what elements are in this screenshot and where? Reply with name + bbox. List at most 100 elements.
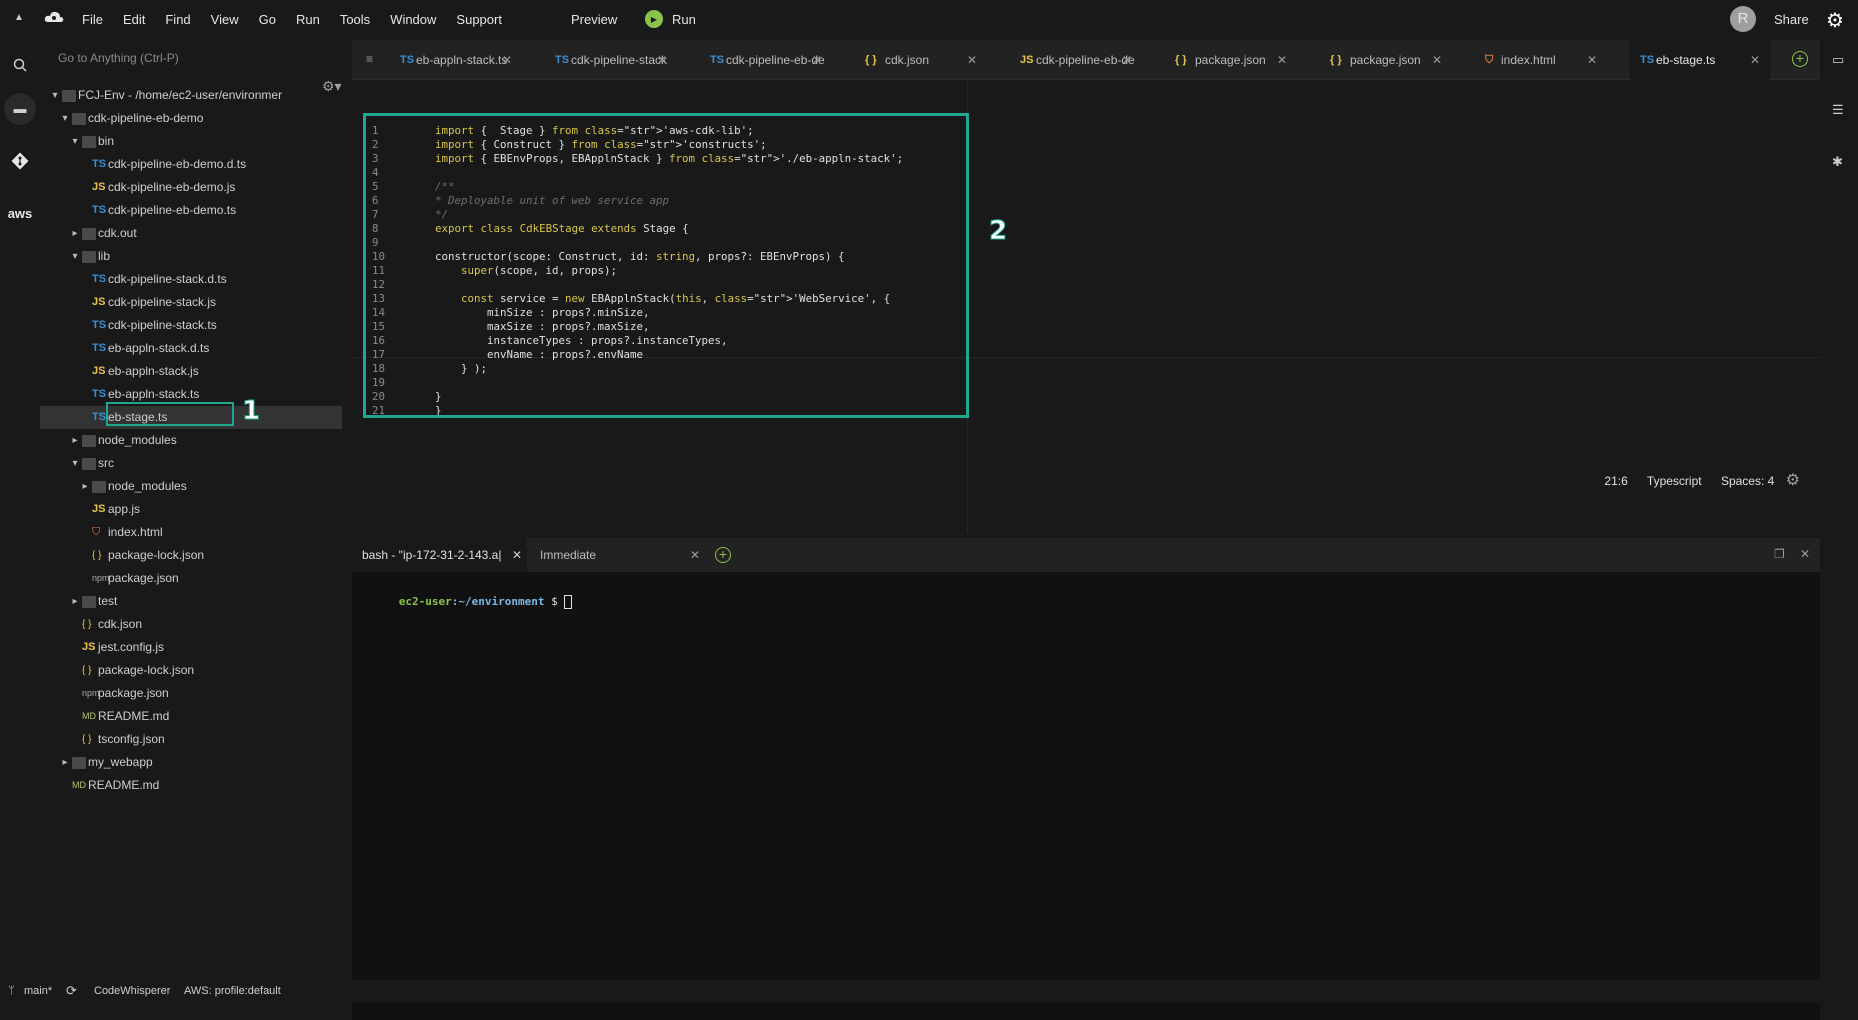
tree-folder[interactable]: ▾ cdk-pipeline-eb-demo <box>40 107 342 130</box>
chevron-down-icon[interactable]: ▾ <box>70 245 80 268</box>
close-tab-icon[interactable]: ✕ <box>657 40 667 80</box>
tab-editor-file[interactable]: { } package.json ✕ <box>1165 40 1297 80</box>
chevron-right-icon[interactable]: ▸ <box>70 590 80 613</box>
tree-file[interactable]: TS eb-appln-stack.d.ts <box>40 337 342 360</box>
tree-file[interactable]: { } package-lock.json <box>40 659 342 682</box>
maximize-panel-icon[interactable]: ❐ <box>1774 547 1785 561</box>
close-tab-icon[interactable]: ✕ <box>1277 40 1287 80</box>
tree-folder[interactable]: ▾ FCJ-Env - /home/ec2-user/environmer <box>40 84 342 107</box>
terminal[interactable]: ec2-user:~/environment $ <box>352 572 1820 1020</box>
tree-folder[interactable]: ▸ node_modules <box>40 475 342 498</box>
share-button[interactable]: Share <box>1774 12 1809 27</box>
tab-editor-file[interactable]: TS eb-appln-stack.ts ✕ <box>390 40 522 80</box>
close-tab-icon[interactable]: ✕ <box>1122 40 1132 80</box>
tree-file[interactable]: JS cdk-pipeline-stack.js <box>40 291 342 314</box>
close-tab-icon[interactable]: ✕ <box>1750 40 1760 80</box>
tree-file[interactable]: JS app.js <box>40 498 342 521</box>
close-terminal-tab-icon[interactable]: ✕ <box>512 548 522 562</box>
tree-file[interactable]: JS jest.config.js <box>40 636 342 659</box>
close-panel-icon[interactable]: ✕ <box>1800 547 1810 561</box>
git-icon[interactable] <box>0 136 40 186</box>
tab-terminal-bash[interactable]: bash - "ip-172-31-2-143.a| <box>352 538 527 572</box>
chevron-down-icon[interactable]: ▾ <box>70 452 80 475</box>
debugger-bug-icon[interactable]: ✱ <box>1832 154 1843 170</box>
tab-immediate[interactable]: Immediate <box>540 548 596 562</box>
new-terminal-plus-icon[interactable]: + <box>715 547 731 563</box>
tree-file[interactable]: ⛉ index.html <box>40 521 342 544</box>
chevron-right-icon[interactable]: ▸ <box>70 429 80 452</box>
tree-file[interactable]: npm package.json <box>40 567 342 590</box>
menu-find[interactable]: Find <box>165 12 190 27</box>
goto-anything-input[interactable]: Go to Anything (Ctrl-P) <box>48 44 338 70</box>
close-tab-icon[interactable]: ✕ <box>1587 40 1597 80</box>
sync-icon[interactable]: ⟳ <box>66 983 77 999</box>
menu-support[interactable]: Support <box>456 12 502 27</box>
close-tab-icon[interactable]: ✕ <box>967 40 977 80</box>
indent-setting[interactable]: Spaces: 4 <box>1721 474 1774 488</box>
tab-list-menu-icon[interactable]: ≡ <box>366 52 373 66</box>
aws-profile-status[interactable]: AWS: profile:default <box>184 985 281 997</box>
tree-file[interactable]: MD README.md <box>40 705 342 728</box>
collaborate-icon[interactable]: ▭ <box>1832 52 1844 68</box>
chevron-down-icon[interactable]: ▾ <box>70 130 80 153</box>
git-branch[interactable]: main* <box>24 985 52 997</box>
codewhisperer-status[interactable]: CodeWhisperer <box>94 985 170 997</box>
menu-window[interactable]: Window <box>390 12 436 27</box>
collapse-arrow-icon[interactable]: ▲ <box>14 12 24 23</box>
close-immediate-tab-icon[interactable]: ✕ <box>690 548 700 562</box>
tab-editor-file[interactable]: JS cdk-pipeline-eb-de ✕ <box>1010 40 1142 80</box>
cloud9-logo-icon[interactable] <box>44 10 64 24</box>
tree-folder[interactable]: ▸ node_modules <box>40 429 342 452</box>
close-tab-icon[interactable]: ✕ <box>1432 40 1442 80</box>
tree-folder[interactable]: ▾ src <box>40 452 342 475</box>
tree-file[interactable]: npm package.json <box>40 682 342 705</box>
tree-file[interactable]: { } cdk.json <box>40 613 342 636</box>
tree-file[interactable]: TS cdk-pipeline-eb-demo.d.ts <box>40 153 342 176</box>
tree-file[interactable]: TS cdk-pipeline-stack.d.ts <box>40 268 342 291</box>
chevron-down-icon[interactable]: ▾ <box>50 84 60 107</box>
tab-editor-file[interactable]: ⛉ index.html ✕ <box>1475 40 1607 80</box>
run-button[interactable]: Run <box>672 12 696 27</box>
tree-folder[interactable]: ▾ bin <box>40 130 342 153</box>
tree-folder[interactable]: ▸ cdk.out <box>40 222 342 245</box>
tree-folder[interactable]: ▸ my_webapp <box>40 751 342 774</box>
search-icon[interactable] <box>0 40 40 90</box>
menu-file[interactable]: File <box>82 12 103 27</box>
tree-file[interactable]: MD README.md <box>40 774 342 797</box>
close-tab-icon[interactable]: ✕ <box>502 40 512 80</box>
menu-run[interactable]: Run <box>296 12 320 27</box>
tree-folder[interactable]: ▸ test <box>40 590 342 613</box>
chevron-right-icon[interactable]: ▸ <box>70 222 80 245</box>
menu-view[interactable]: View <box>211 12 239 27</box>
tab-editor-file[interactable]: TS cdk-pipeline-stack ✕ <box>545 40 677 80</box>
close-tab-icon[interactable]: ✕ <box>812 40 822 80</box>
tree-file[interactable]: TS cdk-pipeline-stack.ts <box>40 314 342 337</box>
tree-file[interactable]: TS cdk-pipeline-eb-demo.ts <box>40 199 342 222</box>
tree-file[interactable]: { } package-lock.json <box>40 544 342 567</box>
files-icon[interactable]: ▬ <box>0 84 40 134</box>
language-mode[interactable]: Typescript <box>1647 474 1702 488</box>
menu-edit[interactable]: Edit <box>123 12 145 27</box>
tree-file[interactable]: JS cdk-pipeline-eb-demo.js <box>40 176 342 199</box>
branch-icon[interactable]: ᛘ <box>8 985 15 997</box>
menu-tools[interactable]: Tools <box>340 12 370 27</box>
tab-editor-file[interactable]: { } cdk.json ✕ <box>855 40 987 80</box>
outline-icon[interactable]: ☰ <box>1832 102 1844 118</box>
aws-icon[interactable]: aws <box>0 188 40 238</box>
chevron-right-icon[interactable]: ▸ <box>80 475 90 498</box>
settings-gear-icon[interactable]: ⚙ <box>1826 8 1844 33</box>
code-editor[interactable]: 1 2 3 4 5 6 7 8 9 10 11 12 13 14 15 16 17 18 19 20 21 import… <box>352 80 1820 533</box>
tree-file[interactable]: JS eb-appln-stack.js <box>40 360 342 383</box>
avatar[interactable]: R <box>1730 6 1756 32</box>
tab-editor-file[interactable]: { } package.json ✕ <box>1320 40 1452 80</box>
tree-folder[interactable]: ▾ lib <box>40 245 342 268</box>
chevron-right-icon[interactable]: ▸ <box>60 751 70 774</box>
menu-go[interactable]: Go <box>259 12 276 27</box>
tree-file[interactable]: { } tsconfig.json <box>40 728 342 751</box>
new-tab-plus-icon[interactable]: + <box>1792 51 1808 67</box>
cursor-position[interactable]: 21:6 <box>1604 474 1627 488</box>
preview-button[interactable]: Preview <box>571 12 617 27</box>
run-icon[interactable]: ▶ <box>645 10 663 28</box>
tab-editor-file[interactable]: TS cdk-pipeline-eb-de ✕ <box>700 40 832 80</box>
tab-editor-file[interactable]: TS eb-stage.ts ✕ <box>1630 40 1770 80</box>
